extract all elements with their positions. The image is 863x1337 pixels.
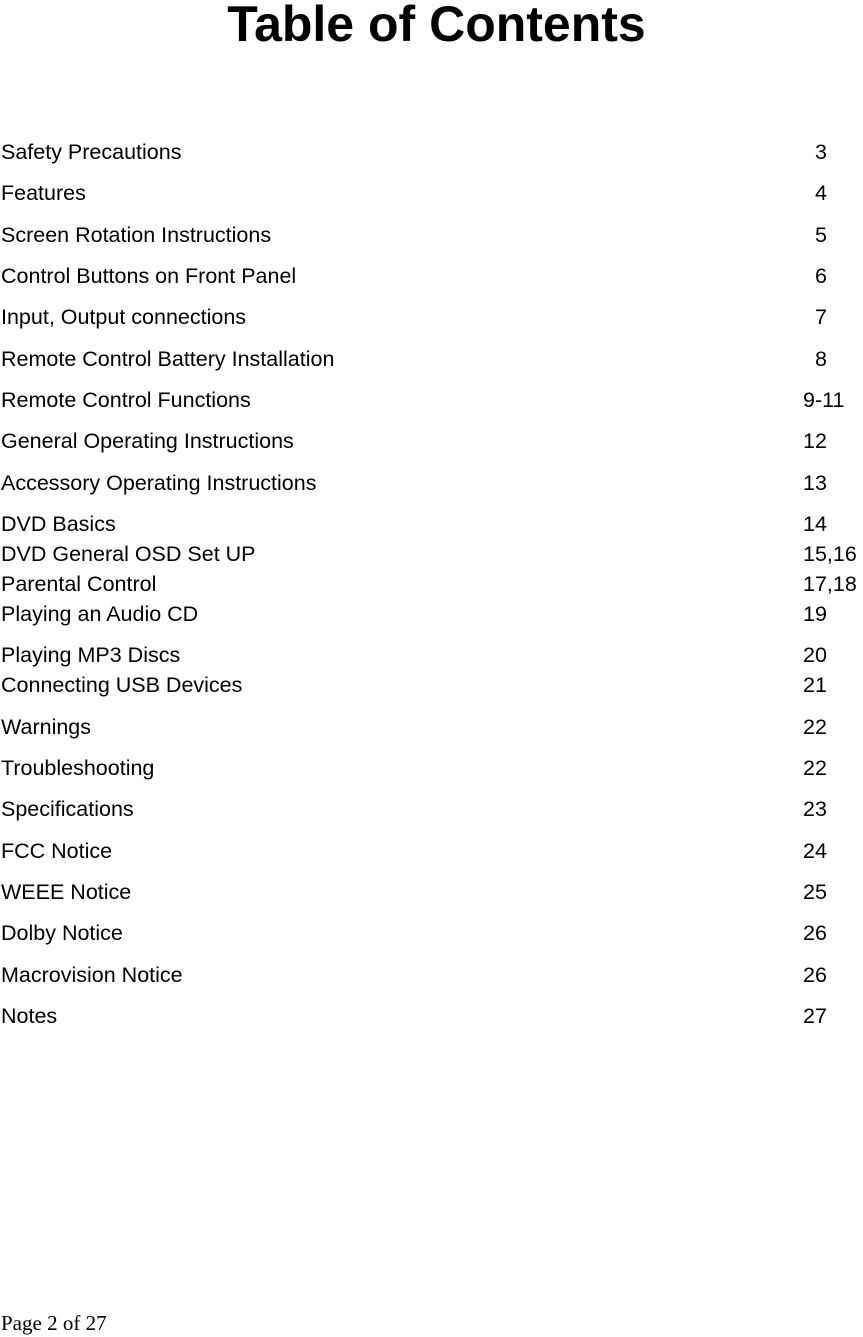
toc-entry-label: Safety Precautions — [1, 140, 182, 164]
toc-entry-label: Playing an Audio CD — [1, 602, 199, 626]
toc-entry-label: Remote Control Functions — [1, 388, 251, 412]
toc-entry-troubleshooting[interactable]: Troubleshooting 22 — [0, 755, 863, 781]
toc-entry-label: Macrovision Notice — [1, 963, 183, 987]
toc-entry-usb-devices[interactable]: Connecting USB Devices 21 — [0, 672, 863, 698]
toc-entry-audio-cd[interactable]: Playing an Audio CD 19 — [0, 601, 863, 627]
page-indicator: Page 2 of 27 — [1, 1311, 107, 1335]
toc-entry-page: 14 — [803, 512, 827, 536]
toc-entry-notes[interactable]: Notes 27 — [0, 1003, 863, 1029]
toc-entry-page: 27 — [803, 1004, 827, 1028]
toc-entry-page: 26 — [803, 963, 827, 987]
toc-entry-dvd-osd-setup[interactable]: DVD General OSD Set UP 15,16 — [0, 541, 863, 567]
toc-entry-warnings[interactable]: Warnings 22 — [0, 714, 863, 740]
toc-entry-label: Playing MP3 Discs — [1, 643, 181, 667]
toc-entry-label: DVD Basics — [1, 512, 116, 536]
toc-entry-label: Connecting USB Devices — [1, 673, 243, 697]
toc-entry-page: 5 — [815, 223, 827, 247]
toc-entry-specifications[interactable]: Specifications 23 — [0, 796, 863, 822]
toc-entry-page: 15,16 — [803, 542, 857, 566]
toc-entry-label: Features — [1, 181, 86, 205]
toc-entry-page: 24 — [803, 839, 827, 863]
toc-entry-page: 22 — [803, 715, 827, 739]
toc-entry-page: 20 — [803, 643, 827, 667]
toc-entry-page: 8 — [815, 347, 827, 371]
toc-entry-label: Warnings — [1, 715, 92, 739]
toc-entry-page: 12 — [803, 429, 827, 453]
toc-entry-label: DVD General OSD Set UP — [1, 542, 256, 566]
toc-entry-general-operating[interactable]: General Operating Instructions 12 — [0, 428, 863, 454]
toc-entry-label: Control Buttons on Front Panel — [1, 264, 297, 288]
toc-entry-mp3-discs[interactable]: Playing MP3 Discs 20 — [0, 642, 863, 668]
toc-entry-page: 21 — [803, 673, 827, 697]
toc-entry-page: 4 — [815, 181, 827, 205]
toc-entry-page: 7 — [815, 305, 827, 329]
toc-entry-dvd-basics[interactable]: DVD Basics 14 — [0, 511, 863, 537]
toc-entry-label: General Operating Instructions — [1, 429, 294, 453]
toc-entry-macrovision-notice[interactable]: Macrovision Notice 26 — [0, 962, 863, 988]
toc-entry-page: 9-11 — [803, 388, 845, 412]
toc-entry-fcc-notice[interactable]: FCC Notice 24 — [0, 838, 863, 864]
toc-entry-dolby-notice[interactable]: Dolby Notice 26 — [0, 920, 863, 946]
toc-entry-page: 19 — [803, 602, 827, 626]
toc-entry-label: FCC Notice — [1, 839, 113, 863]
page-title: Table of Contents — [227, 0, 646, 52]
toc-entry-screen-rotation[interactable]: Screen Rotation Instructions 5 — [0, 222, 863, 248]
toc-entry-page: 13 — [803, 471, 827, 495]
toc-entry-page: 23 — [803, 797, 827, 821]
toc-entry-page: 3 — [815, 140, 827, 164]
toc-entry-label: WEEE Notice — [1, 880, 132, 904]
toc-entry-label: Remote Control Battery Installation — [1, 347, 335, 371]
toc-entry-label: Specifications — [1, 797, 134, 821]
toc-entry-page: 17,18 — [803, 572, 857, 596]
toc-entry-safety-precautions[interactable]: Safety Precautions 3 — [0, 139, 863, 165]
toc-entry-label: Notes — [1, 1004, 58, 1028]
toc-entry-battery-installation[interactable]: Remote Control Battery Installation 8 — [0, 346, 863, 372]
toc-entry-accessory-operating[interactable]: Accessory Operating Instructions 13 — [0, 470, 863, 496]
toc-entry-label: Screen Rotation Instructions — [1, 223, 272, 247]
toc-entry-remote-functions[interactable]: Remote Control Functions 9-11 — [0, 387, 863, 413]
toc-entry-page: 22 — [803, 756, 827, 780]
toc-entry-page: 6 — [815, 264, 827, 288]
toc-entry-label: Troubleshooting — [1, 756, 155, 780]
toc-entry-label: Input, Output connections — [1, 305, 247, 329]
toc-entry-page: 25 — [803, 880, 827, 904]
toc-entry-parental-control[interactable]: Parental Control 17,18 — [0, 571, 863, 597]
toc-entry-weee-notice[interactable]: WEEE Notice 25 — [0, 879, 863, 905]
toc-entry-page: 26 — [803, 921, 827, 945]
toc-entry-label: Accessory Operating Instructions — [1, 471, 317, 495]
toc-entry-label: Parental Control — [1, 572, 157, 596]
toc-entry-label: Dolby Notice — [1, 921, 123, 945]
toc-entry-control-buttons[interactable]: Control Buttons on Front Panel 6 — [0, 263, 863, 289]
toc-entry-features[interactable]: Features 4 — [0, 180, 863, 206]
toc-entry-input-output[interactable]: Input, Output connections 7 — [0, 304, 863, 330]
